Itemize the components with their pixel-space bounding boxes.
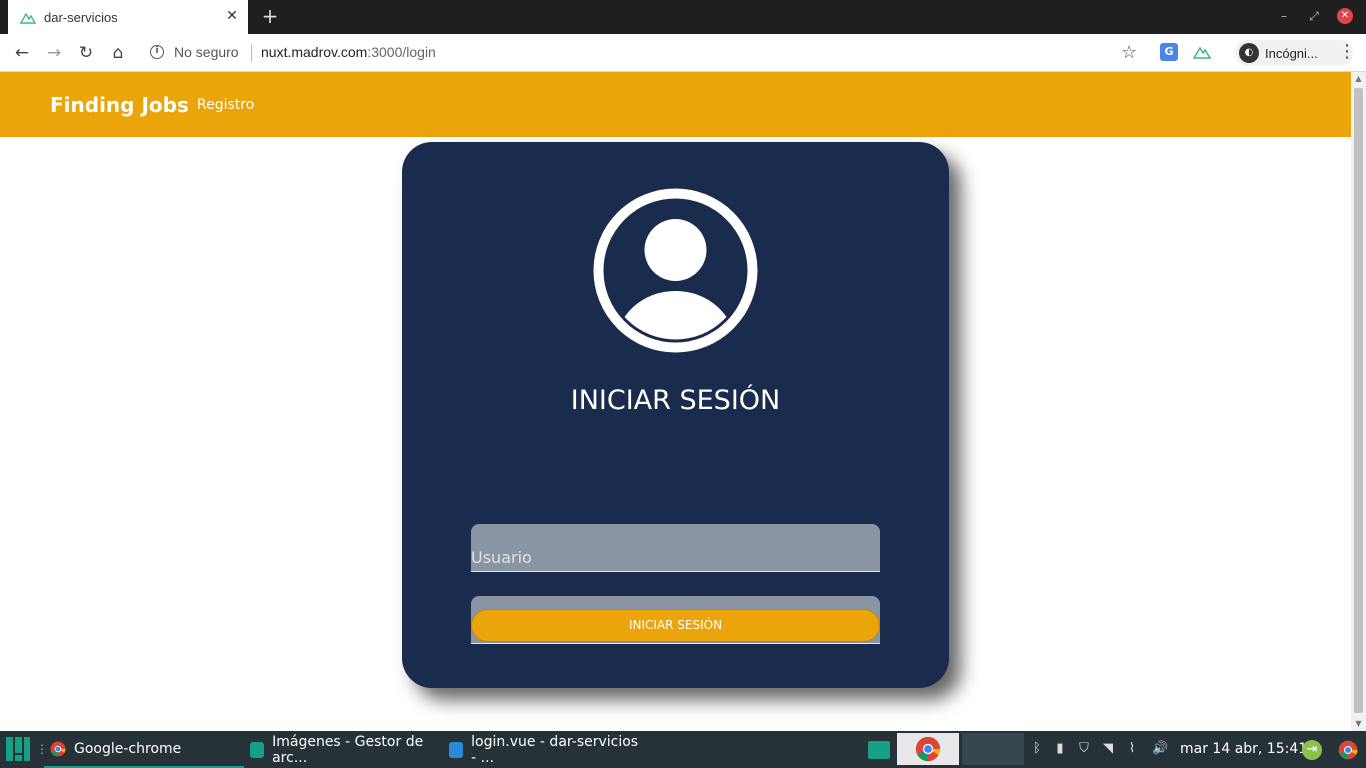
- taskbar-clock[interactable]: mar 14 abr, 15:41: [1180, 741, 1307, 757]
- tab-title: dar-servicios: [44, 9, 118, 25]
- browser-menu-icon[interactable]: ⋮: [1338, 42, 1356, 62]
- home-icon[interactable]: ⌂: [108, 43, 128, 63]
- page-viewport: Finding Jobs Registro INICIAR SESIÓN Usu…: [0, 72, 1351, 731]
- shield-update-icon[interactable]: ⛉: [1076, 741, 1092, 757]
- reload-icon[interactable]: ↻: [76, 43, 96, 63]
- desktop-2-chrome-preview[interactable]: [897, 733, 959, 765]
- vscode-icon: [449, 741, 464, 758]
- url-path: :3000/login: [367, 44, 436, 60]
- incognito-icon: ◐: [1239, 43, 1259, 63]
- folder-icon: [250, 741, 265, 758]
- page-scrollbar[interactable]: ▲ ▼: [1351, 72, 1366, 731]
- login-title: INICIAR SESIÓN: [570, 385, 781, 416]
- task-file-manager[interactable]: Imágenes - Gestor de arc...: [244, 731, 440, 768]
- chrome-icon: [50, 741, 66, 756]
- task-label: login.vue - dar-servicios - ...: [471, 733, 639, 766]
- url-host: nuxt.madrov.com: [261, 44, 368, 60]
- nuxt-extension-icon[interactable]: [1193, 44, 1211, 60]
- new-tab-button[interactable]: +: [260, 6, 280, 26]
- info-icon[interactable]: i: [150, 45, 164, 59]
- browser-tab[interactable]: dar-servicios ✕: [8, 0, 248, 34]
- address-separator: [251, 44, 252, 62]
- scroll-thumb[interactable]: [1354, 88, 1363, 713]
- tab-close-icon[interactable]: ✕: [224, 8, 240, 24]
- volume-icon[interactable]: 🔊: [1152, 741, 1168, 757]
- desktop-3-preview[interactable]: [962, 733, 1024, 765]
- paperclip-icon[interactable]: ⌇: [1124, 741, 1140, 757]
- brand-title[interactable]: Finding Jobs: [50, 93, 189, 117]
- logout-icon[interactable]: ⇥: [1302, 740, 1322, 760]
- browser-tabstrip: dar-servicios ✕ + – ⤢ ✕: [0, 0, 1366, 34]
- scroll-up-icon[interactable]: ▲: [1354, 74, 1363, 84]
- app-header: Finding Jobs Registro: [0, 72, 1351, 137]
- desktop-1-icon[interactable]: [868, 741, 890, 759]
- username-field[interactable]: [471, 524, 880, 572]
- username-input[interactable]: [471, 546, 841, 568]
- nuxt-favicon-icon: [20, 12, 36, 24]
- security-label[interactable]: No seguro: [174, 44, 239, 60]
- login-card: INICIAR SESIÓN INICIAR SESIÓN: [402, 142, 949, 688]
- back-arrow-icon[interactable]: ←: [12, 43, 32, 63]
- task-label: Imágenes - Gestor de arc...: [272, 733, 424, 766]
- scroll-down-icon[interactable]: ▼: [1354, 719, 1363, 729]
- incognito-label: Incógni...: [1265, 45, 1318, 61]
- browser-toolbar: ← → ↻ ⌂ i No seguro nuxt.madrov.com:3000…: [0, 34, 1366, 72]
- address-bar[interactable]: nuxt.madrov.com:3000/login: [261, 44, 436, 60]
- task-google-chrome[interactable]: Google-chrome: [44, 731, 244, 768]
- chrome-icon: [915, 736, 941, 762]
- user-avatar-icon: [593, 188, 758, 353]
- task-vscode[interactable]: login.vue - dar-servicios - ...: [443, 731, 643, 768]
- minimize-icon[interactable]: –: [1276, 8, 1292, 24]
- nav-link-registro[interactable]: Registro: [197, 97, 254, 113]
- wifi-icon[interactable]: ◥: [1100, 741, 1116, 757]
- forward-arrow-icon[interactable]: →: [44, 43, 64, 63]
- manjaro-start-icon[interactable]: [5, 736, 31, 762]
- battery-icon[interactable]: ▮: [1052, 741, 1068, 757]
- login-submit-button[interactable]: INICIAR SESIÓN: [471, 609, 880, 642]
- task-label: Google-chrome: [74, 740, 182, 757]
- incognito-badge[interactable]: ◐ Incógni...: [1235, 40, 1353, 66]
- bookmark-star-icon[interactable]: ☆: [1121, 42, 1137, 63]
- translate-icon[interactable]: G: [1160, 43, 1178, 61]
- chrome-launcher-icon[interactable]: [1338, 740, 1358, 760]
- bluetooth-icon[interactable]: ᛒ: [1029, 741, 1045, 757]
- os-taskbar: ⋮ Google-chrome Imágenes - Gestor de arc…: [0, 731, 1366, 768]
- window-close-icon[interactable]: ✕: [1337, 8, 1353, 24]
- restore-icon[interactable]: ⤢: [1306, 8, 1322, 24]
